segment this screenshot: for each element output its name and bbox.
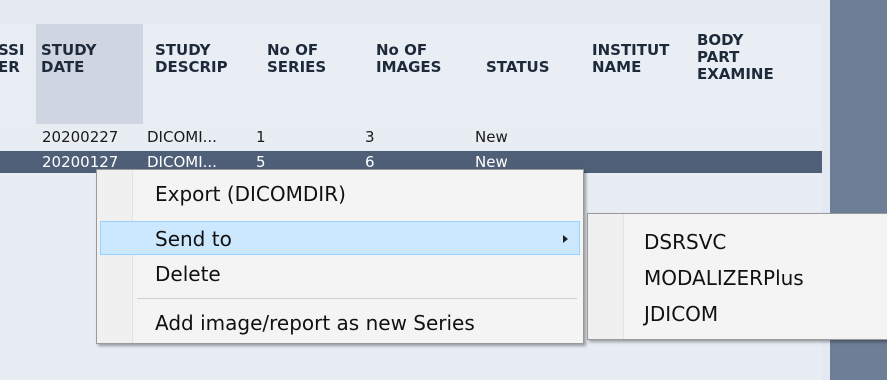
submenu-item-jdicom[interactable]: JDICOM [644, 302, 718, 326]
menu-item-add-image-report[interactable]: Add image/report as new Series [100, 306, 580, 340]
table-row[interactable]: 20200227 DICOMI... 1 3 New [0, 126, 822, 148]
series-count-cell: 1 [256, 128, 266, 146]
menu-separator [137, 298, 577, 299]
study-description-cell: DICOMI... [147, 128, 217, 146]
column-header-status[interactable]: STATUS [486, 24, 586, 124]
menu-item-export-dicomdir[interactable]: Export (DICOMDIR) [100, 177, 580, 211]
submenu-item-dsrsvc[interactable]: DSRSVC [644, 230, 726, 254]
context-menu: Export (DICOMDIR) Send to Delete Add ima… [96, 169, 584, 344]
study-date-cell: 20200227 [42, 128, 119, 146]
submenu-arrow-icon [563, 235, 568, 243]
column-header-study-description[interactable]: STUDY DESCRIP [155, 24, 265, 124]
submenu-item-modalizerplus[interactable]: MODALIZERPlus [644, 266, 804, 290]
table-header: SSI ER STUDY DATE STUDY DESCRIP No OF SE… [0, 24, 822, 124]
column-header-no-of-series[interactable]: No OF SERIES [267, 24, 367, 124]
column-header-institution-name[interactable]: INSTITUT NAME [592, 24, 676, 124]
toolbar-gap [0, 0, 830, 24]
column-header-no-of-images[interactable]: No OF IMAGES [376, 24, 476, 124]
column-header-study-date[interactable]: STUDY DATE [36, 24, 143, 124]
submenu-gutter [588, 214, 624, 339]
menu-item-send-to[interactable]: Send to [100, 221, 580, 255]
image-count-cell: 3 [365, 128, 375, 146]
column-header-accession[interactable]: SSI ER [0, 24, 36, 124]
status-cell: New [475, 128, 508, 146]
menu-item-delete[interactable]: Delete [100, 257, 580, 291]
send-to-submenu: DSRSVC MODALIZERPlus JDICOM [587, 213, 887, 340]
column-header-body-part-examined[interactable]: BODY PART EXAMINE [697, 24, 802, 124]
